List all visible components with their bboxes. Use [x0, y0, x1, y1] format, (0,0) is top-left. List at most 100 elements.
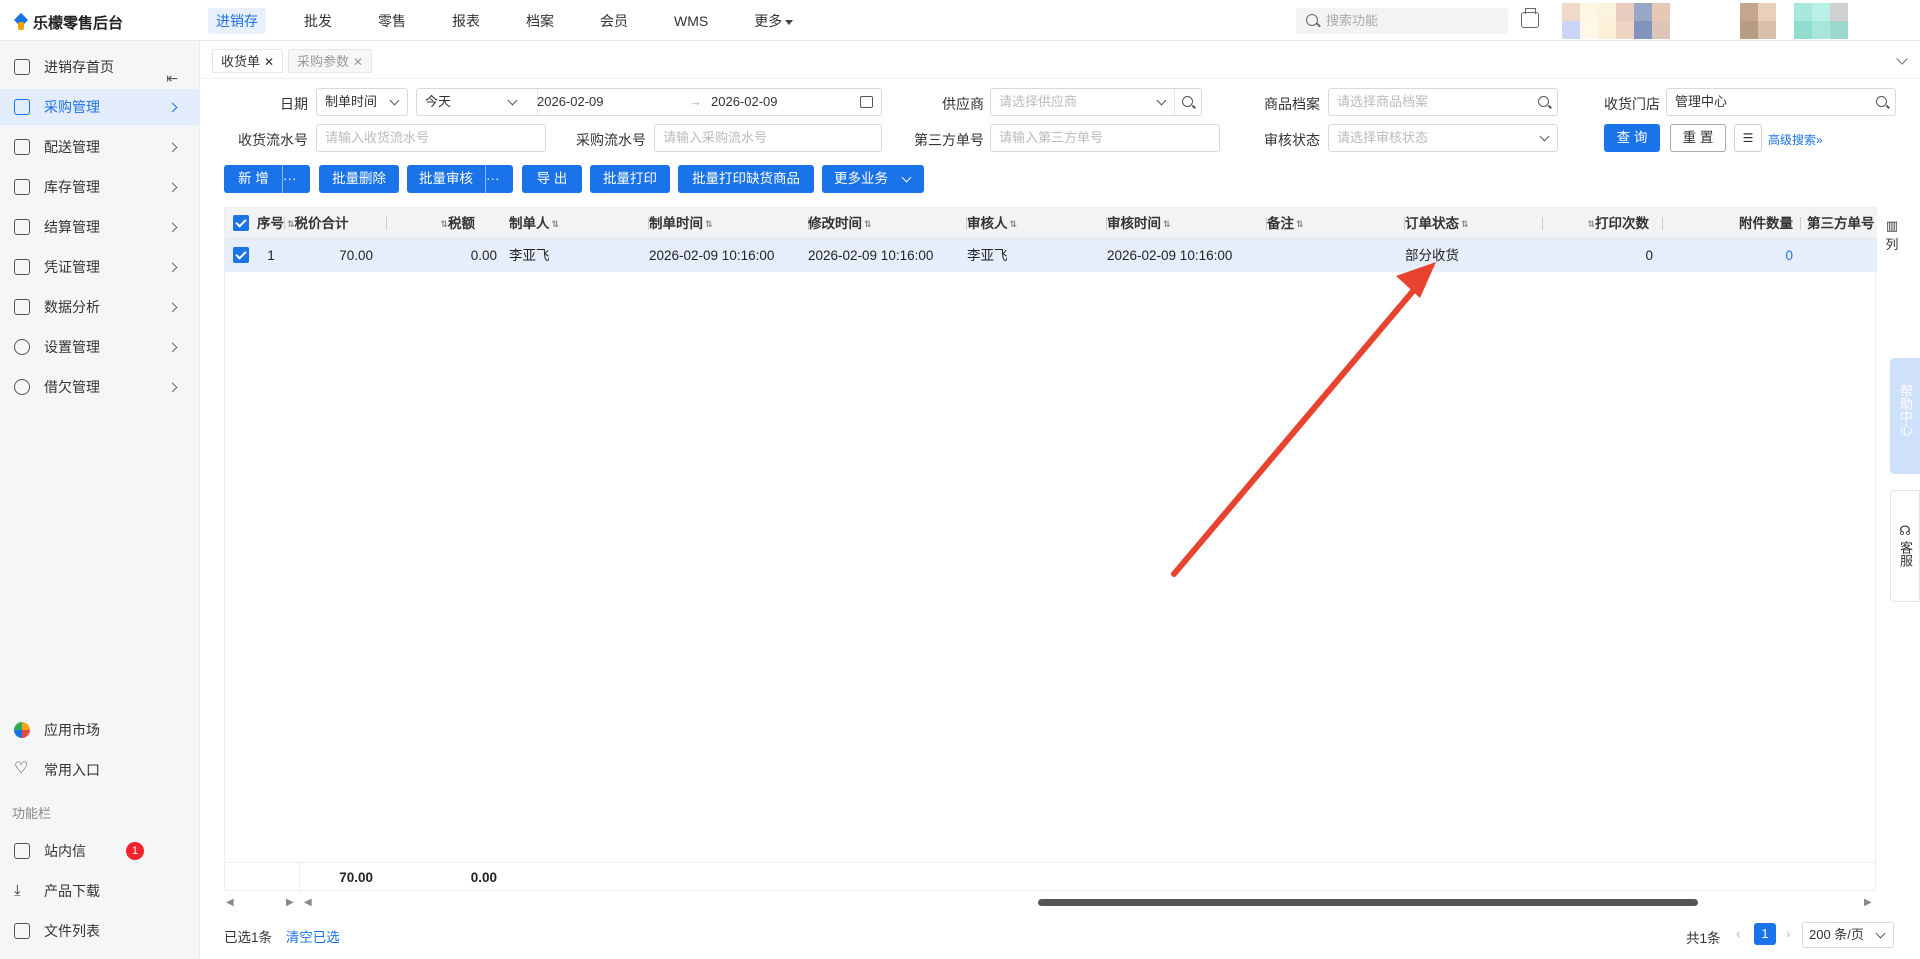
- export-button[interactable]: 导 出: [522, 165, 582, 193]
- page-number-current[interactable]: 1: [1754, 923, 1776, 945]
- tab-receipt[interactable]: 收货单 ✕: [212, 49, 284, 73]
- add-button[interactable]: 新 增 ···: [224, 165, 310, 193]
- function-search-input[interactable]: 搜索功能: [1296, 8, 1508, 34]
- date-start-input[interactable]: 2026-02-09: [537, 89, 604, 115]
- sidebar-item-settings[interactable]: 设置管理: [0, 329, 200, 365]
- col-header-label: 序号: [257, 216, 284, 231]
- col-header-audited[interactable]: 审核时间 ⇅: [1107, 208, 1267, 239]
- customer-service-widget[interactable]: ☊ 客服: [1890, 490, 1920, 602]
- col-header-modified[interactable]: 修改时间 ⇅: [808, 208, 967, 239]
- calendar-icon: [860, 96, 873, 108]
- selection-info: 已选1条 清空已选: [224, 926, 340, 946]
- nav-item-members[interactable]: 会员: [592, 8, 636, 34]
- receipt-table: 序号 ⇅税价合计 ⇅税额 制单人 ⇅ 制单时间 ⇅ 修改时间 ⇅ 审核人 ⇅ 审核时间 ⇅…: [224, 207, 1899, 893]
- store-input[interactable]: 管理中心: [1666, 88, 1896, 116]
- scroll-left-icon[interactable]: ◀: [226, 897, 234, 908]
- scrollbar-thumb[interactable]: [1038, 899, 1698, 906]
- page-size-select[interactable]: 200 条/页: [1802, 922, 1894, 948]
- search-icon[interactable]: [1538, 96, 1549, 107]
- nav-item-more[interactable]: 更多: [746, 8, 801, 34]
- col-header-tax[interactable]: ⇅税额: [387, 208, 483, 239]
- help-center-widget[interactable]: 帮助中心: [1890, 358, 1920, 474]
- scroll-left-icon[interactable]: ◀: [304, 897, 312, 908]
- reset-button[interactable]: 重 置: [1670, 124, 1726, 152]
- batch-audit-more-dropdown[interactable]: ···: [485, 165, 513, 193]
- date-type-select[interactable]: 制单时间: [316, 88, 408, 116]
- sidebar-item-inventory[interactable]: 库存管理: [0, 169, 200, 205]
- col-header-label: 审核人: [967, 216, 1008, 231]
- col-header-remark[interactable]: 备注 ⇅: [1267, 208, 1405, 239]
- batch-print-button[interactable]: 批量打印: [590, 165, 670, 193]
- col-header-third-no[interactable]: 第三方单号: [1807, 208, 1877, 239]
- search-icon[interactable]: [1876, 96, 1887, 107]
- sidebar-item-voucher[interactable]: 凭证管理: [0, 249, 200, 285]
- chevron-right-icon: [167, 342, 178, 353]
- col-header-total[interactable]: ⇅税价合计: [285, 208, 387, 239]
- main-nav: 进销存 批发 零售 报表 档案 会员 WMS 更多: [208, 8, 831, 34]
- third-party-no-input[interactable]: 请输入第三方单号: [990, 124, 1220, 152]
- sidebar-item-favorites[interactable]: ♡ 常用入口: [0, 752, 200, 788]
- app-logo[interactable]: 乐檬零售后台: [14, 12, 123, 33]
- more-business-button[interactable]: 更多业务: [822, 165, 924, 193]
- scroll-right-icon[interactable]: ▶: [1864, 897, 1872, 908]
- sidebar-item-settlement[interactable]: 结算管理: [0, 209, 200, 245]
- audit-status-select[interactable]: 请选择审核状态: [1328, 124, 1558, 152]
- settlement-icon: [14, 219, 30, 235]
- filter-settings-icon[interactable]: ☰: [1734, 124, 1762, 152]
- batch-delete-button[interactable]: 批量删除: [319, 165, 399, 193]
- advanced-search-link[interactable]: 高级搜索»: [1768, 131, 1823, 148]
- sidebar-item-purchase[interactable]: 采购管理: [0, 89, 200, 125]
- chevron-right-icon: [167, 262, 178, 273]
- col-header-status[interactable]: 订单状态 ⇅: [1405, 208, 1543, 239]
- sidebar-item-home[interactable]: 进销存首页 ⇤: [0, 49, 200, 86]
- search-icon[interactable]: [1182, 96, 1193, 107]
- chevron-down-icon[interactable]: [1896, 53, 1908, 65]
- col-header-label: 订单状态: [1405, 216, 1459, 231]
- col-header-attachments[interactable]: 附件数量: [1663, 208, 1801, 239]
- tab-purchase-params[interactable]: 采购参数 ✕: [288, 49, 373, 73]
- nav-item-wms[interactable]: WMS: [666, 8, 716, 34]
- scroll-right-icon[interactable]: ▶: [286, 897, 294, 908]
- nav-item-inventory[interactable]: 进销存: [208, 8, 266, 34]
- page-tabs: 收货单 ✕ 采购参数 ✕: [200, 41, 1920, 79]
- sidebar-item-delivery[interactable]: 配送管理: [0, 129, 200, 165]
- nav-item-reports[interactable]: 报表: [444, 8, 488, 34]
- prev-page-icon[interactable]: ‹: [1736, 926, 1741, 941]
- goods-archive-input[interactable]: 请选择商品档案: [1328, 88, 1558, 116]
- select-all-checkbox[interactable]: [233, 215, 249, 231]
- cell-attachments[interactable]: 0: [1663, 239, 1793, 272]
- sidebar-item-download[interactable]: ⤓ 产品下载: [0, 873, 200, 909]
- close-icon[interactable]: ✕: [264, 55, 274, 69]
- batch-print-missing-button[interactable]: 批量打印缺货商品: [678, 165, 814, 193]
- sidebar-item-debt[interactable]: 借欠管理: [0, 369, 200, 405]
- col-header-created[interactable]: 制单时间 ⇅: [649, 208, 809, 239]
- horizontal-scrollbar[interactable]: ◀ ▶ ◀ ▶: [224, 896, 1876, 908]
- nav-item-retail[interactable]: 零售: [370, 8, 414, 34]
- sidebar-item-app-market[interactable]: 应用市场: [0, 712, 200, 748]
- nav-item-wholesale[interactable]: 批发: [296, 8, 340, 34]
- purchase-no-input[interactable]: 请输入采购流水号: [654, 124, 882, 152]
- sidebar-item-file-list[interactable]: 文件列表: [0, 913, 200, 949]
- receipt-no-input[interactable]: 请输入收货流水号: [316, 124, 546, 152]
- col-header-seq[interactable]: 序号: [257, 208, 285, 239]
- col-header-creator[interactable]: 制单人 ⇅: [509, 208, 649, 239]
- col-header-print-count[interactable]: ⇅打印次数: [1543, 208, 1663, 239]
- column-settings[interactable]: ▥ 列: [1883, 218, 1901, 253]
- printer-icon[interactable]: [1521, 8, 1539, 28]
- nav-item-archives[interactable]: 档案: [518, 8, 562, 34]
- clear-selection-link[interactable]: 清空已选: [286, 930, 340, 945]
- col-header-auditor[interactable]: 审核人 ⇅: [967, 208, 1107, 239]
- date-separator: →: [689, 94, 702, 109]
- row-checkbox[interactable]: [233, 247, 249, 263]
- close-icon[interactable]: ✕: [353, 55, 363, 69]
- supplier-select[interactable]: 请选择供应商: [990, 88, 1202, 116]
- sidebar-item-messages[interactable]: 站内信 1: [0, 833, 200, 869]
- query-button[interactable]: 查 询: [1604, 124, 1660, 152]
- table-row[interactable]: 1 70.00 0.00 李亚飞 2026-02-09 10:16:00 202…: [225, 239, 1877, 272]
- batch-audit-button[interactable]: 批量审核 ···: [407, 165, 513, 193]
- sidebar-item-analytics[interactable]: 数据分析: [0, 289, 200, 325]
- date-range-picker[interactable]: 今天 2026-02-09 → 2026-02-09: [416, 88, 882, 116]
- date-end-input[interactable]: 2026-02-09: [711, 89, 778, 115]
- add-more-dropdown[interactable]: ···: [282, 165, 310, 193]
- next-page-icon[interactable]: ›: [1786, 926, 1791, 941]
